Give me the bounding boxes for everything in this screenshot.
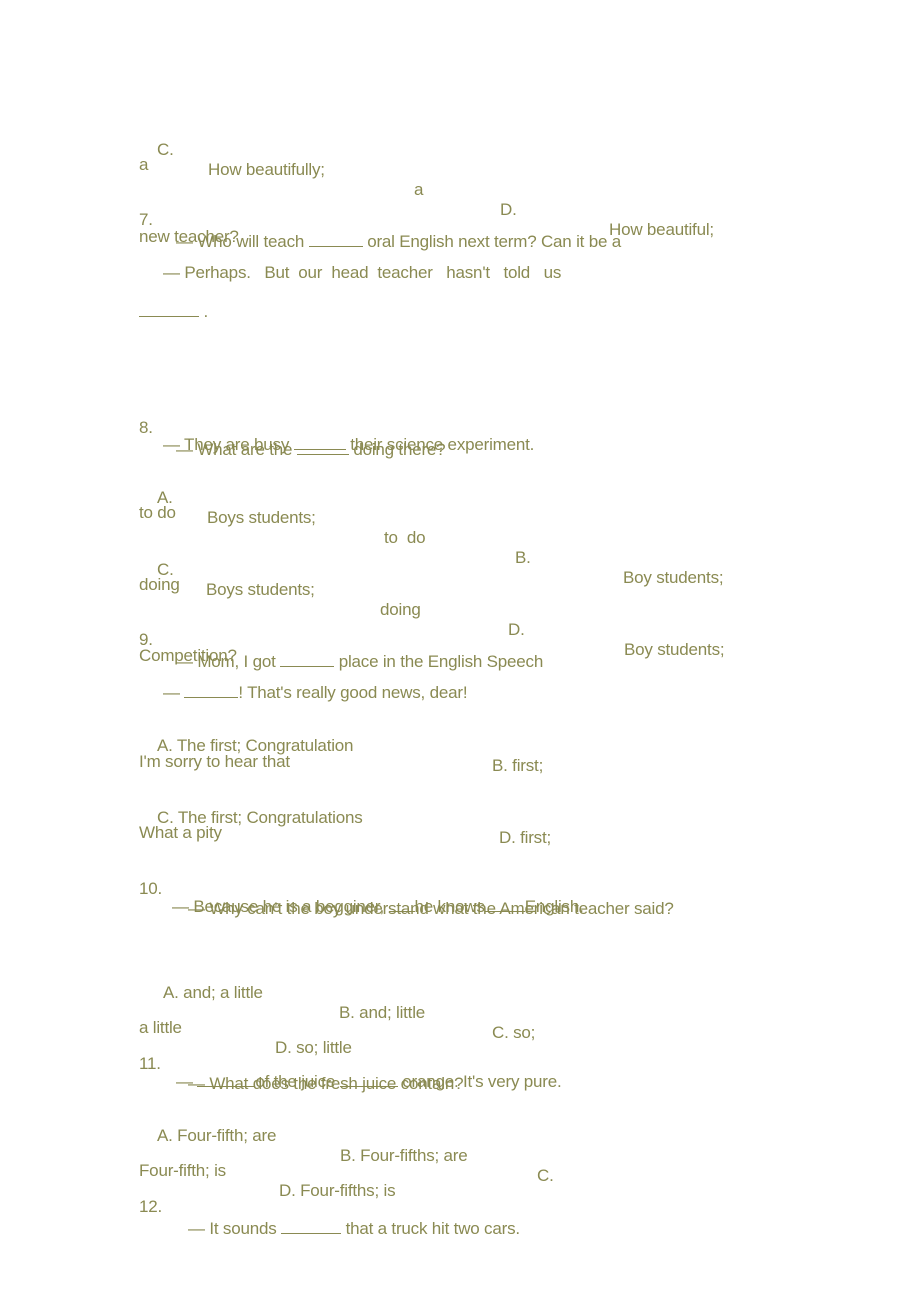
question-11: 11. — What does the fresh juice contain? xyxy=(0,1034,464,1114)
option-d-label: D. xyxy=(500,200,517,219)
answer-blank xyxy=(281,1217,342,1234)
option-b: B. first; xyxy=(492,756,544,775)
question-text: that a truck hit two cars. xyxy=(345,1219,521,1238)
answer-blank xyxy=(293,433,346,450)
question-8-reply: — They are busy their science experiment… xyxy=(163,433,534,455)
question-9-wrap: Competition? xyxy=(139,646,237,665)
option-c: C. so; xyxy=(492,1023,536,1042)
answer-blank xyxy=(308,230,363,247)
option-d-label: D. xyxy=(508,620,525,639)
option-d-wrap: doing xyxy=(139,575,180,594)
option-c-tail: a xyxy=(414,180,424,199)
option-c-label: C. xyxy=(537,1166,554,1185)
option-d: D. first; xyxy=(499,828,552,847)
answer-blank xyxy=(184,681,239,698)
answer-blank xyxy=(139,300,199,317)
option-c-label: C. xyxy=(157,140,174,159)
option-d-text: Boy students; xyxy=(624,640,725,659)
question-10: 10. — Why can’t the boy understand what … xyxy=(0,859,674,939)
question-11-reply: — of the juice orange. It's very pure. xyxy=(176,1070,562,1092)
reply-text: — Because he is a begginer, xyxy=(172,897,384,916)
dash: — xyxy=(163,683,180,702)
question-number: 8. xyxy=(139,418,153,437)
question-text: place in the English Speech xyxy=(338,652,544,671)
question-text: — It sounds xyxy=(188,1219,277,1238)
reply-text: ! That's really good news, dear! xyxy=(238,683,468,702)
option-a-text: Boys students; xyxy=(207,508,316,527)
question-number: 12. xyxy=(139,1197,163,1216)
question-9: 9. — Mom, I got place in the English Spe… xyxy=(0,610,543,690)
answer-blank xyxy=(388,895,415,912)
question-9-options-cd: C. The first; Congratulations D. first; xyxy=(0,788,551,868)
period: . xyxy=(199,302,209,321)
reply-text: of the juice xyxy=(255,1072,336,1091)
question-12: 12. — It sounds that a truck hit two car… xyxy=(0,1177,520,1257)
question-7-wrap: new teacher? xyxy=(139,227,239,246)
option-b-label: B. xyxy=(515,548,531,567)
reply-text: — They are busy xyxy=(163,435,290,454)
question-10-reply: — Because he is a begginer, he knows Engl… xyxy=(172,895,584,917)
option-c-text: How beautifully; xyxy=(208,160,325,179)
answer-blank xyxy=(280,650,335,667)
question-number: 11. xyxy=(139,1054,161,1073)
dash: — xyxy=(176,1072,193,1091)
option-a-tail: to do xyxy=(384,528,426,547)
option-b: B. Four-fifths; are xyxy=(340,1146,468,1165)
option-c-wrap: a little xyxy=(139,1018,182,1037)
question-7-reply: — Perhaps. But our head teacher hasn't t… xyxy=(163,263,562,282)
question-7-reply-end: . xyxy=(139,300,208,322)
option-b: B. and; little xyxy=(339,1003,426,1022)
option-c-text: Boys students; xyxy=(206,580,315,599)
option-b-wrap: I'm sorry to hear that xyxy=(139,752,290,771)
question-8: 8. — What are the doing there? xyxy=(0,398,446,478)
answer-blank xyxy=(484,895,525,912)
question-7: 7. — Who will teach oral English next te… xyxy=(0,190,621,270)
question-9-options-ab: A. The first; Congratulation B. first; xyxy=(0,716,543,796)
option-c-tail: doing xyxy=(380,600,421,619)
question-text: oral English next term? Can it be a xyxy=(367,232,621,251)
option-d-text: How beautiful; xyxy=(609,220,714,239)
reply-text: their science experiment. xyxy=(350,435,535,454)
answer-blank xyxy=(339,1070,398,1087)
option-d: D. Four-fifths; is xyxy=(279,1181,396,1200)
option-a: A. Four-fifth; are xyxy=(157,1126,277,1145)
question-9-reply: — ! That's really good news, dear! xyxy=(163,681,468,703)
option-d: D. so; little xyxy=(275,1038,352,1057)
option-b-wrap: to do xyxy=(139,503,176,522)
reply-text: orange. It's very pure. xyxy=(402,1072,562,1091)
option-a: A. and; a little xyxy=(163,983,263,1002)
reply-text: English. xyxy=(524,897,584,916)
question-number: 10. xyxy=(139,879,163,898)
option-d-wrap: What a pity xyxy=(139,823,222,842)
option-c-text: Four-fifth; is xyxy=(139,1161,226,1180)
reply-text: he knows xyxy=(414,897,485,916)
answer-blank xyxy=(197,1070,256,1087)
q6-option-d-wrap: a xyxy=(139,155,149,174)
option-b-text: Boy students; xyxy=(623,568,724,587)
